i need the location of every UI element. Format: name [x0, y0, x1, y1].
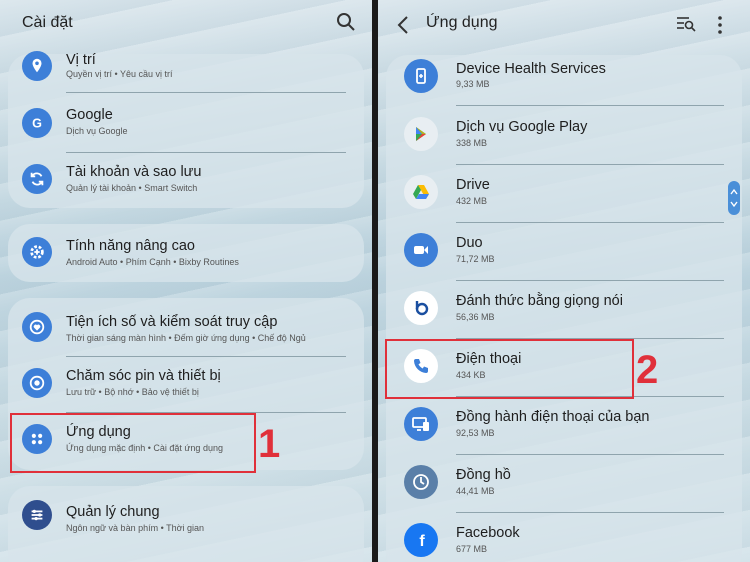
- app-size: 338 MB: [456, 138, 488, 148]
- divider: [456, 222, 724, 223]
- divider: [456, 454, 724, 455]
- settings-header: Cài đặt: [0, 0, 372, 50]
- divider: [66, 92, 346, 93]
- app-size: 677 MB: [456, 544, 488, 554]
- svg-text:G: G: [32, 117, 42, 131]
- app-name: Đánh thức bằng giọng nói: [456, 293, 623, 309]
- divider: [66, 356, 346, 357]
- drive-icon: [404, 175, 438, 209]
- item-subtitle: Thời gian sáng màn hình • Đếm giờ ứng dụ…: [66, 333, 306, 343]
- app-size: 71,72 MB: [456, 254, 495, 264]
- apps-header: Ứng dụng: [378, 0, 750, 50]
- app-name: Drive: [456, 177, 490, 193]
- app-name: Dịch vụ Google Play: [456, 119, 588, 135]
- search-icon[interactable]: [336, 12, 356, 37]
- location-icon: [22, 51, 52, 81]
- back-icon[interactable]: [396, 15, 410, 40]
- bixby-icon: [404, 291, 438, 325]
- more-options-icon[interactable]: [717, 15, 723, 40]
- filter-search-icon[interactable]: [676, 15, 696, 38]
- apps-list: Device Health Services 9,33 MB Dịch vụ G…: [386, 55, 742, 562]
- app-size: 44,41 MB: [456, 486, 495, 496]
- app-row-drive[interactable]: Drive 432 MB: [386, 167, 742, 221]
- app-row-google-play-services[interactable]: Dịch vụ Google Play 338 MB: [386, 109, 742, 163]
- item-title: Tính năng nâng cao: [66, 238, 195, 254]
- settings-item-general-management[interactable]: Quản lý chung Ngôn ngữ và bàn phím • Thờ…: [8, 490, 364, 542]
- settings-card: Tính năng nâng cao Android Auto • Phím C…: [8, 224, 364, 282]
- divider: [66, 152, 346, 153]
- scroll-handle[interactable]: [728, 181, 740, 215]
- item-title: Vị trí: [66, 52, 96, 68]
- apps-screen: Ứng dụng Device Health Services 9,33 MB …: [378, 0, 750, 562]
- google-icon: G: [22, 108, 52, 138]
- step-number: 1: [258, 422, 281, 466]
- app-size: 56,36 MB: [456, 312, 495, 322]
- item-subtitle: Dịch vụ Google: [66, 126, 128, 136]
- settings-item-location[interactable]: Vị trí Quyền vị trí • Yêu cầu vị trí: [8, 51, 364, 94]
- step-number: 2: [636, 348, 659, 392]
- app-name: Facebook: [456, 525, 520, 541]
- settings-screen: Cài đặt Vị trí Quyền vị trí • Yêu cầu vị…: [0, 0, 372, 562]
- app-name: Đồng hồ: [456, 467, 511, 483]
- settings-item-google[interactable]: G Google Dịch vụ Google: [8, 100, 364, 152]
- divider: [456, 280, 724, 281]
- divider: [456, 512, 724, 513]
- settings-item-advanced[interactable]: Tính năng nâng cao Android Auto • Phím C…: [8, 224, 364, 282]
- device-care-icon: [22, 368, 52, 398]
- page-title: Ứng dụng: [426, 14, 498, 31]
- item-title: Tài khoản và sao lưu: [66, 164, 202, 180]
- item-subtitle: Ngôn ngữ và bàn phím • Thời gian: [66, 523, 204, 533]
- item-subtitle: Quản lý tài khoản • Smart Switch: [66, 183, 198, 193]
- app-size: 9,33 MB: [456, 79, 490, 89]
- app-size: 432 MB: [456, 196, 488, 206]
- item-subtitle: Quyền vị trí • Yêu cầu vị trí: [66, 69, 173, 79]
- divider: [456, 164, 724, 165]
- highlight-box: [385, 339, 634, 399]
- settings-card: Quản lý chung Ngôn ngữ và bàn phím • Thờ…: [8, 486, 364, 562]
- app-row-duo[interactable]: Duo 71,72 MB: [386, 225, 742, 279]
- settings-item-digital-wellbeing[interactable]: Tiện ích số và kiểm soát truy cập Thời g…: [8, 302, 364, 354]
- highlight-box: [10, 413, 256, 473]
- app-size: 92,53 MB: [456, 428, 495, 438]
- app-name: Duo: [456, 235, 483, 251]
- google-play-icon: [404, 117, 438, 151]
- sliders-icon: [22, 500, 52, 530]
- item-subtitle: Android Auto • Phím Cạnh • Bixby Routine…: [66, 257, 239, 267]
- settings-card: Vị trí Quyền vị trí • Yêu cầu vị trí G G…: [8, 51, 364, 208]
- svg-text:f: f: [419, 533, 425, 550]
- app-row-clock[interactable]: Đồng hồ 44,41 MB: [386, 457, 742, 511]
- heart-circle-icon: [22, 312, 52, 342]
- divider: [456, 105, 724, 106]
- app-row-device-health[interactable]: Device Health Services 9,33 MB: [386, 55, 742, 105]
- settings-item-accounts[interactable]: Tài khoản và sao lưu Quản lý tài khoản •…: [8, 156, 364, 208]
- page-title: Cài đặt: [22, 14, 73, 31]
- sync-icon: [22, 164, 52, 194]
- app-name: Device Health Services: [456, 61, 606, 77]
- video-camera-icon: [404, 233, 438, 267]
- item-title: Tiện ích số và kiểm soát truy cập: [66, 314, 278, 330]
- monitor-phone-icon: [404, 407, 438, 441]
- device-health-icon: [404, 59, 438, 93]
- app-row-voice-wakeup[interactable]: Đánh thức bằng giọng nói 56,36 MB: [386, 283, 742, 337]
- item-subtitle: Lưu trữ • Bộ nhớ • Bảo vệ thiết bị: [66, 387, 199, 397]
- settings-item-battery-care[interactable]: Chăm sóc pin và thiết bị Lưu trữ • Bộ nh…: [8, 360, 364, 412]
- clock-icon: [404, 465, 438, 499]
- item-title: Quản lý chung: [66, 504, 160, 520]
- app-row-your-phone-companion[interactable]: Đồng hành điện thoại của bạn 92,53 MB: [386, 399, 742, 453]
- app-name: Đồng hành điện thoại của bạn: [456, 409, 650, 425]
- gear-plus-icon: [22, 237, 52, 267]
- item-title: Google: [66, 107, 113, 123]
- item-title: Chăm sóc pin và thiết bị: [66, 368, 221, 384]
- app-row-facebook[interactable]: f Facebook 677 MB: [386, 515, 742, 562]
- facebook-icon: f: [404, 523, 438, 557]
